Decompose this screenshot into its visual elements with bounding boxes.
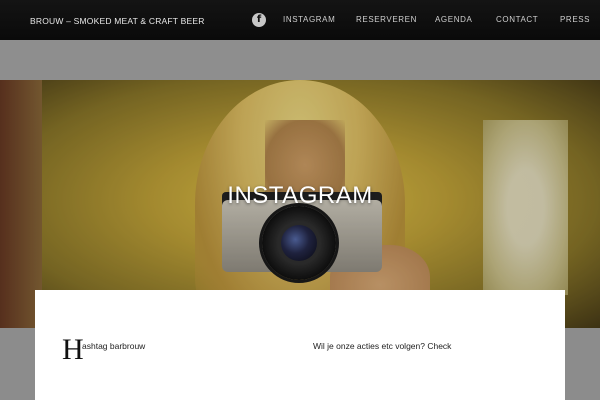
nav-item-agenda[interactable]: AGENDA — [435, 15, 472, 24]
follow-text: Wil je onze acties etc volgen? Check — [313, 341, 452, 351]
hashtag-text: ashtag barbrouw — [82, 341, 146, 351]
nav-item-reserveren[interactable]: RESERVEREN — [356, 15, 417, 24]
dropcap-letter: H — [62, 333, 84, 366]
nav-item-instagram[interactable]: INSTAGRAM — [283, 15, 335, 24]
content-card: H ashtag barbrouw Wil je onze acties etc… — [35, 290, 565, 400]
main-nav: INSTAGRAM RESERVEREN AGENDA CONTACT PRES… — [0, 15, 600, 27]
header-spacer — [0, 40, 600, 80]
nav-item-press[interactable]: PRESS — [560, 15, 590, 24]
top-navigation-bar: BROUW – SMOKED MEAT & CRAFT BEER f INSTA… — [0, 0, 600, 40]
nav-item-contact[interactable]: CONTACT — [496, 15, 538, 24]
page-title: INSTAGRAM — [227, 182, 373, 209]
